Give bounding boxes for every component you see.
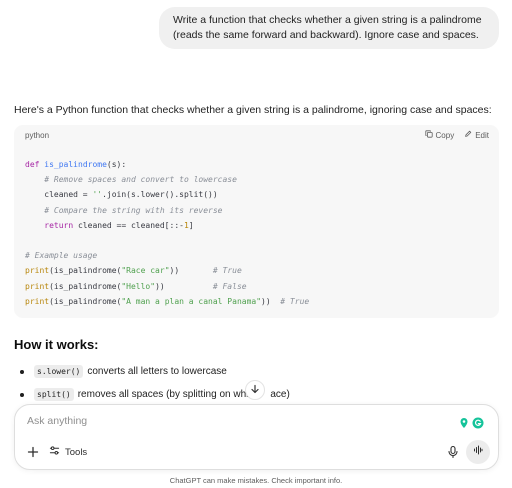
bullet-dot: [20, 369, 24, 374]
inline-code: s.lower(): [34, 365, 84, 378]
assistant-intro-text: Here's a Python function that checks whe…: [14, 104, 492, 116]
code-actions: Copy Edit: [424, 130, 489, 140]
code-block: python Copy Edit def is_palindrome(s): #…: [14, 125, 499, 318]
plus-icon[interactable]: [26, 445, 40, 459]
prompt-input[interactable]: [27, 415, 447, 427]
grammarly-icon[interactable]: [472, 416, 484, 434]
voice-mode-icon: [472, 443, 484, 461]
bullet-dot: [20, 392, 24, 397]
tools-icon: [49, 445, 60, 459]
copy-icon: [424, 130, 433, 140]
message-composer: Tools: [14, 404, 499, 470]
list-item-text-tail: ace): [270, 389, 290, 400]
arrow-down-icon: [250, 381, 260, 399]
extension-icons: [458, 416, 484, 434]
tools-label: Tools: [65, 446, 88, 458]
voice-mode-button[interactable]: [466, 440, 490, 464]
disclaimer-text: ChatGPT can make mistakes. Check importa…: [169, 476, 343, 485]
tools-button[interactable]: Tools: [49, 445, 87, 459]
edit-button[interactable]: Edit: [464, 130, 489, 140]
list-item: s.lower() converts all letters to lowerc…: [20, 360, 290, 383]
edit-label: Edit: [475, 130, 489, 140]
user-message-bubble: Write a function that checks whether a g…: [159, 7, 499, 49]
scroll-down-button[interactable]: [245, 380, 265, 400]
list-item-text: converts all letters to lowercase: [87, 366, 227, 377]
location-pin-icon[interactable]: [458, 416, 470, 434]
copy-button[interactable]: Copy: [424, 130, 455, 140]
code-content: def is_palindrome(s): # Remove spaces an…: [25, 160, 310, 306]
how-it-works-heading: How it works:: [14, 337, 99, 352]
inline-code: split(): [34, 388, 74, 401]
microphone-icon[interactable]: [446, 445, 460, 459]
list-item-text: removes all spaces (by splitting on whi: [77, 389, 249, 400]
copy-label: Copy: [435, 130, 455, 140]
edit-icon: [464, 130, 472, 140]
code-language-label: python: [25, 131, 50, 140]
